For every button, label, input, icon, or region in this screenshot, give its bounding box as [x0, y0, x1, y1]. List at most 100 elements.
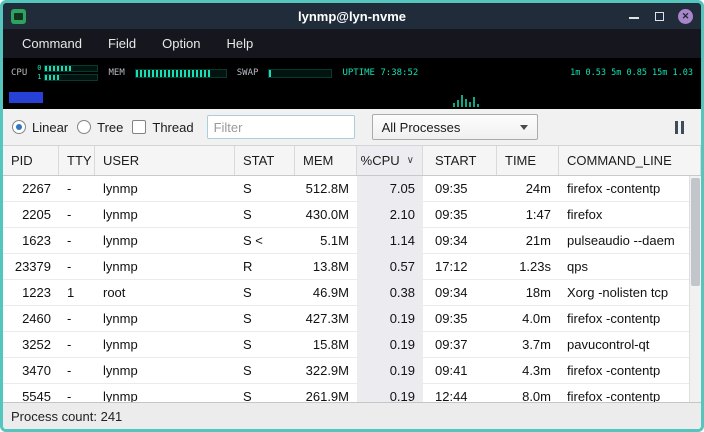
cpu-core1-label: 1 — [37, 74, 41, 81]
menu-help[interactable]: Help — [213, 31, 266, 56]
cell-start: 12:44 — [423, 384, 497, 402]
cpu-core0-bar — [44, 65, 98, 72]
linear-radio-icon[interactable] — [12, 120, 26, 134]
cpu-core1-bar — [44, 74, 98, 81]
column-header-command-line[interactable]: COMMAND_LINE — [559, 146, 701, 175]
cell-time: 8.0m — [497, 384, 559, 402]
swap-bar — [268, 69, 332, 78]
cell-cpu: 0.57 — [357, 254, 423, 279]
column-header-stat[interactable]: STAT — [235, 146, 295, 175]
cell-cpu: 0.38 — [357, 280, 423, 305]
thread-label: Thread — [152, 120, 193, 135]
cell-pid: 2205 — [3, 202, 59, 227]
load-history-strip — [3, 88, 701, 109]
table-row[interactable]: 2205-lynmpS430.0M2.1009:351:47firefox — [3, 202, 689, 228]
table-row[interactable]: 23379-lynmpR13.8M0.5717:121.23sqps — [3, 254, 689, 280]
tree-radio-option[interactable]: Tree — [77, 120, 123, 135]
pause-icon — [681, 121, 684, 134]
cell-start: 09:35 — [423, 176, 497, 201]
scrollbar-thumb[interactable] — [691, 178, 700, 286]
cell-pid: 3252 — [3, 332, 59, 357]
cell-time: 3.7m — [497, 332, 559, 357]
linear-radio-option[interactable]: Linear — [12, 120, 68, 135]
cell-pid: 1223 — [3, 280, 59, 305]
cell-user: lynmp — [95, 384, 235, 402]
table-body: 2267-lynmpS512.8M7.0509:3524mfirefox -co… — [3, 176, 689, 402]
cell-time: 21m — [497, 228, 559, 253]
close-button[interactable]: ✕ — [678, 9, 693, 24]
cell-start: 09:34 — [423, 280, 497, 305]
cell-start: 09:34 — [423, 228, 497, 253]
cell-time: 24m — [497, 176, 559, 201]
cell-user: root — [95, 280, 235, 305]
titlebar[interactable]: lynmp@lyn-nvme ✕ — [3, 3, 701, 29]
tree-radio-icon[interactable] — [77, 120, 91, 134]
maximize-button[interactable] — [653, 10, 665, 22]
cpu-meters: 0 1 — [37, 65, 98, 81]
menu-command[interactable]: Command — [9, 31, 95, 56]
cell-pid: 5545 — [3, 384, 59, 402]
table-row[interactable]: 3470-lynmpS322.9M0.1909:414.3mfirefox -c… — [3, 358, 689, 384]
sort-indicator-icon: ∨ — [407, 146, 414, 175]
cell-time: 4.3m — [497, 358, 559, 383]
column-header-mem[interactable]: MEM — [295, 146, 357, 175]
cell-mem: 46.9M — [295, 280, 357, 305]
thread-checkbox-option[interactable]: Thread — [132, 120, 193, 135]
window-controls: ✕ — [628, 9, 693, 24]
selection-marker — [9, 92, 43, 103]
vertical-scrollbar[interactable] — [689, 176, 701, 402]
cell-user: lynmp — [95, 228, 235, 253]
cell-cpu: 7.05 — [357, 176, 423, 201]
process-table: PIDTTYUSERSTATMEM%CPU∨STARTTIMECOMMAND_L… — [3, 146, 701, 402]
cell-command-line: firefox — [559, 202, 689, 227]
menu-field[interactable]: Field — [95, 31, 149, 56]
table-row[interactable]: 2460-lynmpS427.3M0.1909:354.0mfirefox -c… — [3, 306, 689, 332]
cell-start: 17:12 — [423, 254, 497, 279]
column-header-tty[interactable]: TTY — [59, 146, 95, 175]
swap-label: SWAP — [237, 68, 259, 78]
table-row[interactable]: 5545-lynmpS261.9M0.1912:448.0mfirefox -c… — [3, 384, 689, 402]
process-scope-value: All Processes — [382, 120, 461, 135]
cpu-core0-label: 0 — [37, 65, 41, 72]
load-history-sparkline — [451, 93, 511, 107]
cell-tty: - — [59, 202, 95, 227]
cell-mem: 15.8M — [295, 332, 357, 357]
column-header-cpu[interactable]: %CPU∨ — [357, 146, 423, 175]
process-scope-select[interactable]: All Processes — [372, 114, 538, 140]
chevron-down-icon — [520, 125, 528, 130]
cell-stat: S — [235, 306, 295, 331]
cell-command-line: Xorg -nolisten tcp — [559, 280, 689, 305]
table-row[interactable]: 12231rootS46.9M0.3809:3418mXorg -noliste… — [3, 280, 689, 306]
table-row[interactable]: 2267-lynmpS512.8M7.0509:3524mfirefox -co… — [3, 176, 689, 202]
column-header-pid[interactable]: PID — [3, 146, 59, 175]
filter-input[interactable] — [207, 115, 355, 139]
cell-tty: 1 — [59, 280, 95, 305]
app-icon — [11, 9, 26, 24]
pause-button[interactable] — [666, 115, 692, 139]
cell-command-line: qps — [559, 254, 689, 279]
cell-user: lynmp — [95, 254, 235, 279]
cell-command-line: firefox -contentp — [559, 358, 689, 383]
cell-cpu: 0.19 — [357, 358, 423, 383]
cell-mem: 427.3M — [295, 306, 357, 331]
cell-user: lynmp — [95, 358, 235, 383]
cell-cpu: 2.10 — [357, 202, 423, 227]
column-header-time[interactable]: TIME — [497, 146, 559, 175]
table-row[interactable]: 1623-lynmpS <5.1M1.1409:3421mpulseaudio … — [3, 228, 689, 254]
cell-start: 09:41 — [423, 358, 497, 383]
table-row[interactable]: 3252-lynmpS15.8M0.1909:373.7mpavucontrol… — [3, 332, 689, 358]
mem-bar — [135, 69, 227, 78]
system-monitor-strip: CPU 0 1 MEM SWAP UPTIME 7:38:52 1m 0.53 … — [3, 58, 701, 88]
cell-stat: S — [235, 202, 295, 227]
cell-command-line: pavucontrol-qt — [559, 332, 689, 357]
menu-option[interactable]: Option — [149, 31, 213, 56]
cell-mem: 5.1M — [295, 228, 357, 253]
cell-command-line: firefox -contentp — [559, 176, 689, 201]
column-header-user[interactable]: USER — [95, 146, 235, 175]
cell-pid: 2460 — [3, 306, 59, 331]
cell-tty: - — [59, 228, 95, 253]
column-header-start[interactable]: START — [423, 146, 497, 175]
cell-user: lynmp — [95, 306, 235, 331]
minimize-button[interactable] — [628, 10, 640, 22]
thread-checkbox-icon[interactable] — [132, 120, 146, 134]
